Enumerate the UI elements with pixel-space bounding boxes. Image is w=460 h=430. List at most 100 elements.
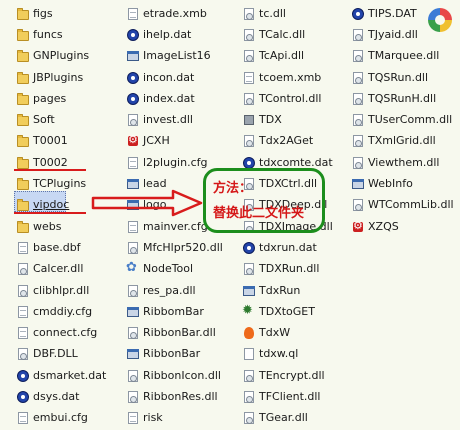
file-name: invest.dll bbox=[143, 113, 193, 127]
file-name: Soft bbox=[33, 113, 55, 127]
file-item-dbf-dll[interactable]: DBF.DLL bbox=[16, 344, 106, 365]
file-item-mfchlpr520-dll[interactable]: MfcHlpr520.dll bbox=[126, 237, 223, 258]
file-item-imagelist16[interactable]: ImageList16 bbox=[126, 46, 223, 67]
file-item-ribbonbar[interactable]: RibbonBar bbox=[126, 344, 223, 365]
file-name: GNPlugins bbox=[33, 49, 90, 63]
file-item-tfclient-dll[interactable]: TFClient.dll bbox=[242, 386, 333, 407]
file-item-tdxw[interactable]: TdxW bbox=[242, 322, 333, 343]
file-item-clibhlpr-dll[interactable]: clibhlpr.dll bbox=[16, 280, 106, 301]
file-item-tcalc-dll[interactable]: TCalc.dll bbox=[242, 24, 333, 45]
file-item-ribbonbar-dll[interactable]: RibbonBar.dll bbox=[126, 322, 223, 343]
file-item-tusercomm-dll[interactable]: TUserComm.dll bbox=[351, 109, 454, 130]
file-item-xzqs[interactable]: XZQS bbox=[351, 216, 454, 237]
file-item-tcapi-dll[interactable]: TcApi.dll bbox=[242, 46, 333, 67]
file-item-incon-dat[interactable]: incon.dat bbox=[126, 67, 223, 88]
file-item-tencrypt-dll[interactable]: TEncrypt.dll bbox=[242, 365, 333, 386]
file-item-invest-dll[interactable]: invest.dll bbox=[126, 109, 223, 130]
file-item-tqsrunh-dll[interactable]: TQSRunH.dll bbox=[351, 88, 454, 109]
file-name: TdxW bbox=[259, 326, 291, 340]
file-item-connect-cfg[interactable]: connect.cfg bbox=[16, 322, 106, 343]
file-item-risk[interactable]: risk bbox=[126, 408, 223, 429]
file-item-dsmarket-dat[interactable]: dsmarket.dat bbox=[16, 365, 106, 386]
file-item-pages[interactable]: pages bbox=[16, 88, 106, 109]
dat-icon bbox=[351, 7, 365, 21]
file-icon bbox=[242, 71, 256, 85]
file-name: ihelp.dat bbox=[143, 27, 192, 41]
file-item-tdxrun-dll[interactable]: TDXRun.dll bbox=[242, 259, 333, 280]
file-icon bbox=[16, 241, 30, 255]
file-name: tdxw.ql bbox=[259, 347, 299, 361]
file-name: tcoem.xmb bbox=[259, 70, 322, 84]
dll-icon bbox=[242, 49, 256, 63]
file-item-tdxrun[interactable]: TdxRun bbox=[242, 280, 333, 301]
file-item-cmddiy-cfg[interactable]: cmddiy.cfg bbox=[16, 301, 106, 322]
dll-icon bbox=[351, 49, 365, 63]
file-item-tcontrol-dll[interactable]: TControl.dll bbox=[242, 88, 333, 109]
file-name: incon.dat bbox=[143, 70, 195, 84]
file-item-tc-dll[interactable]: tc.dll bbox=[242, 3, 333, 24]
file-name: T0002 bbox=[33, 155, 68, 169]
file-name: TJyaid.dll bbox=[368, 27, 418, 41]
file-item-wtcommlib-dll[interactable]: WTCommLib.dll bbox=[351, 195, 454, 216]
file-name: clibhlpr.dll bbox=[33, 283, 90, 297]
file-name: NodeTool bbox=[143, 262, 194, 276]
folder-icon bbox=[16, 134, 30, 148]
file-item-webinfo[interactable]: WebInfo bbox=[351, 173, 454, 194]
file-item-index-dat[interactable]: index.dat bbox=[126, 88, 223, 109]
file-item-nodetool[interactable]: NodeTool bbox=[126, 259, 223, 280]
file-item-figs[interactable]: figs bbox=[16, 3, 106, 24]
file-item-tmarquee-dll[interactable]: TMarquee.dll bbox=[351, 46, 454, 67]
file-name: TCalc.dll bbox=[259, 27, 306, 41]
file-item-t0001[interactable]: T0001 bbox=[16, 131, 106, 152]
app-icon bbox=[126, 347, 140, 361]
file-item-ribbombar[interactable]: RibbomBar bbox=[126, 301, 223, 322]
file-item-gnplugins[interactable]: GNPlugins bbox=[16, 46, 106, 67]
file-item-jbplugins[interactable]: JBPlugins bbox=[16, 67, 106, 88]
file-item-tgear-dll[interactable]: TGear.dll bbox=[242, 408, 333, 429]
file-item-ribbonicon-dll[interactable]: RibbonIcon.dll bbox=[126, 365, 223, 386]
file-item-tdxrun-dat[interactable]: tdxrun.dat bbox=[242, 237, 333, 258]
file-item-etrade-xmb[interactable]: etrade.xmb bbox=[126, 3, 223, 24]
dat-icon bbox=[126, 71, 140, 85]
file-item-tdx[interactable]: TDX bbox=[242, 109, 333, 130]
file-item-tdx2aget[interactable]: Tdx2AGet bbox=[242, 131, 333, 152]
dll-icon bbox=[126, 326, 140, 340]
file-item-res-pa-dll[interactable]: res_pa.dll bbox=[126, 280, 223, 301]
dat-icon bbox=[16, 369, 30, 383]
file-name: JCXH bbox=[143, 134, 170, 148]
folder-icon bbox=[16, 156, 30, 170]
gear-icon bbox=[126, 260, 140, 276]
file-item-ihelp-dat[interactable]: ihelp.dat bbox=[126, 24, 223, 45]
file-item-funcs[interactable]: funcs bbox=[16, 24, 106, 45]
file-item-jcxh[interactable]: JCXH bbox=[126, 131, 223, 152]
file-item-ribbonres-dll[interactable]: RibbonRes.dll bbox=[126, 386, 223, 407]
folder-icon bbox=[16, 7, 30, 21]
green-gear-icon bbox=[242, 303, 256, 319]
file-item-tdxw-ql[interactable]: tdxw.ql bbox=[242, 344, 333, 365]
file-item-viewthem-dll[interactable]: Viewthem.dll bbox=[351, 152, 454, 173]
dll-icon bbox=[242, 411, 256, 425]
file-item-soft[interactable]: Soft bbox=[16, 109, 106, 130]
folder-icon bbox=[16, 92, 30, 106]
dll-icon bbox=[16, 262, 30, 276]
file-name: TEncrypt.dll bbox=[259, 368, 325, 382]
file-item-webs[interactable]: webs bbox=[16, 216, 106, 237]
file-item-base-dbf[interactable]: base.dbf bbox=[16, 237, 106, 258]
file-item-tqsrun-dll[interactable]: TQSRun.dll bbox=[351, 67, 454, 88]
file-name: funcs bbox=[33, 27, 63, 41]
file-item-dsys-dat[interactable]: dsys.dat bbox=[16, 386, 106, 407]
file-item-txmlgrid-dll[interactable]: TXmlGrid.dll bbox=[351, 131, 454, 152]
file-item-calcer-dll[interactable]: Calcer.dll bbox=[16, 259, 106, 280]
file-name: TXmlGrid.dll bbox=[368, 134, 436, 148]
app-logo-icon bbox=[428, 8, 452, 32]
dll-icon bbox=[351, 198, 365, 212]
file-name: TMarquee.dll bbox=[368, 49, 440, 63]
file-item-tdxtoget[interactable]: TDXtoGET bbox=[242, 301, 333, 322]
file-name: res_pa.dll bbox=[143, 283, 196, 297]
file-item-tcoem-xmb[interactable]: tcoem.xmb bbox=[242, 67, 333, 88]
dll-icon bbox=[16, 347, 30, 361]
file-item-embui-cfg[interactable]: embui.cfg bbox=[16, 408, 106, 429]
exe-red-icon bbox=[351, 219, 365, 234]
file-name: TGear.dll bbox=[259, 411, 308, 425]
folder-icon bbox=[16, 71, 30, 85]
